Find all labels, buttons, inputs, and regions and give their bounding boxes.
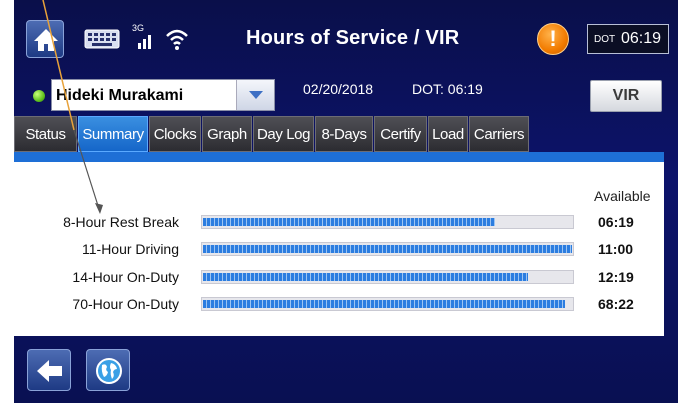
dot-clock-time: 06:19: [621, 30, 662, 47]
tab-summary[interactable]: Summary: [78, 116, 148, 152]
dot-info: DOT: 06:19: [412, 81, 483, 97]
tab-8-days[interactable]: 8-Days: [315, 116, 373, 152]
alert-button[interactable]: !: [537, 23, 569, 55]
available-header: Available: [594, 188, 651, 204]
row-label: 14-Hour On-Duty: [72, 269, 179, 285]
driver-dropdown-button[interactable]: [236, 80, 274, 110]
top-bar: 3G Hours of Service / VIR ! DOT 06:19: [14, 0, 678, 72]
tab-underline: [14, 152, 664, 162]
globe-button[interactable]: [86, 349, 130, 391]
dot-clock-label: DOT: [594, 34, 616, 45]
progress-fill: [203, 300, 565, 308]
home-button[interactable]: [26, 20, 64, 58]
tab-certify[interactable]: Certify: [374, 116, 427, 152]
chevron-down-icon: [249, 91, 263, 99]
arrow-left-icon: [37, 360, 62, 382]
progress-bar: [201, 297, 574, 311]
tab-status[interactable]: Status: [14, 116, 77, 152]
driver-select[interactable]: Hideki Murakami: [51, 79, 275, 111]
device-screen: 3G Hours of Service / VIR ! DOT 06:19 Hi…: [14, 0, 678, 403]
row-value: 12:19: [598, 269, 634, 285]
row-value: 11:00: [598, 241, 634, 257]
back-button[interactable]: [27, 349, 71, 391]
row-label: 70-Hour On-Duty: [72, 296, 179, 312]
driver-name: Hideki Murakami: [56, 87, 184, 104]
progress-fill: [203, 245, 572, 253]
home-icon: [34, 29, 58, 51]
progress-bar: [201, 242, 574, 256]
row-label: 11-Hour Driving: [82, 241, 179, 257]
progress-fill: [203, 218, 495, 226]
tab-carriers[interactable]: Carriers: [469, 116, 529, 152]
tab-bar: Status Summary Clocks Graph Day Log 8-Da…: [14, 116, 678, 152]
keyboard-icon[interactable]: [84, 29, 120, 49]
progress-bar: [201, 215, 574, 229]
tab-graph[interactable]: Graph: [202, 116, 252, 152]
tab-day-log[interactable]: Day Log: [253, 116, 314, 152]
signal-icon: [138, 35, 151, 49]
dot-clock: DOT 06:19: [587, 24, 669, 54]
app-title: Hours of Service / VIR: [246, 27, 460, 49]
vir-button[interactable]: VIR: [590, 80, 662, 112]
log-date: 02/20/2018: [303, 81, 374, 97]
row-value: 06:19: [598, 214, 634, 230]
wifi-icon: [166, 29, 188, 50]
alert-icon: !: [549, 26, 557, 51]
driver-status-indicator: [33, 90, 45, 102]
tab-load[interactable]: Load: [428, 116, 468, 152]
progress-fill: [203, 273, 528, 281]
row-value: 68:22: [598, 296, 634, 312]
row-label: 8-Hour Rest Break: [63, 214, 179, 230]
tab-clocks[interactable]: Clocks: [149, 116, 201, 152]
summary-panel: Available 8-Hour Rest Break 06:19 11-Hou…: [14, 162, 664, 336]
progress-bar: [201, 270, 574, 284]
globe-icon: [96, 358, 122, 384]
